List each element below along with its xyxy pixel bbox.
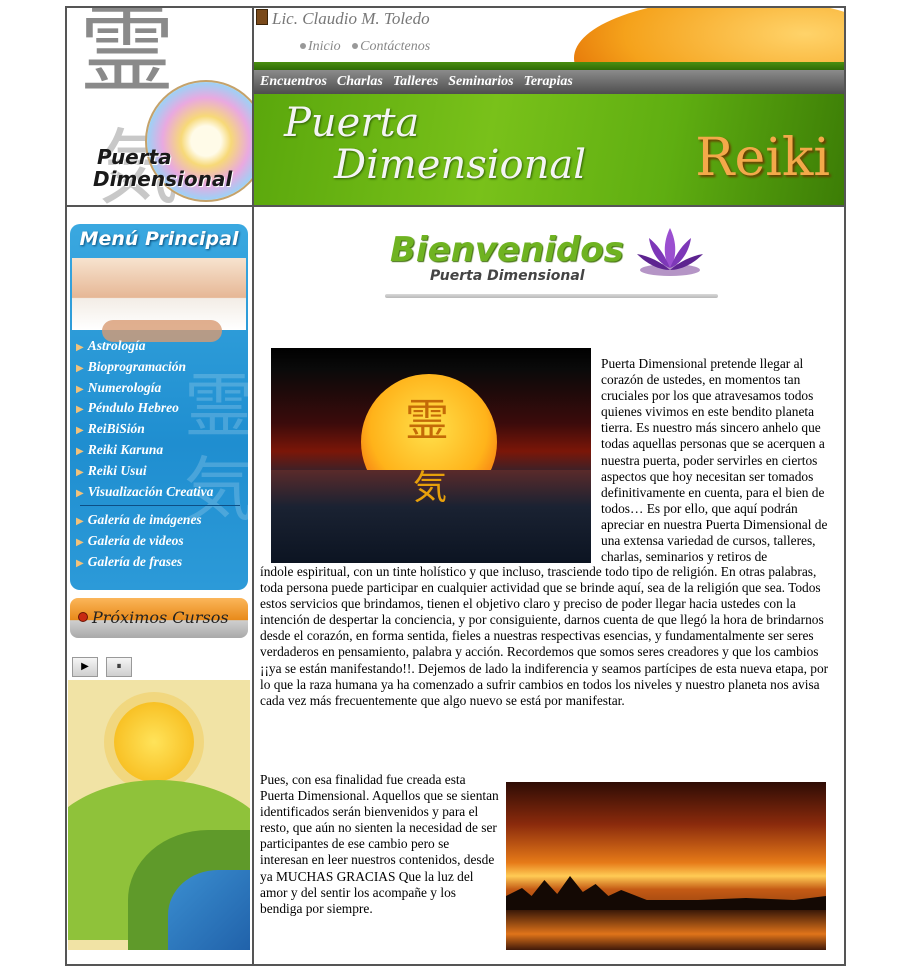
main-nav: Encuentros Charlas Talleres Seminarios T… — [254, 70, 844, 94]
owner-name: Lic. Claudio M. Toledo — [256, 9, 430, 29]
menu-item-reiki-karuna[interactable]: ▶ Reiki Karuna — [76, 440, 244, 461]
menu-item-label: Reiki Usui — [87, 462, 147, 478]
nav-stripe — [254, 62, 844, 70]
image-kanji-ki: 気 — [413, 468, 447, 508]
top-links: Inicio Contáctenos — [300, 39, 438, 55]
proximos-cursos-text: Próximos Cursos — [92, 608, 229, 627]
welcome-title: Bienvenidos — [390, 230, 624, 270]
menu-item-label: Numerología — [87, 379, 162, 395]
nav-charlas[interactable]: Charlas — [337, 74, 383, 89]
nav-seminarios[interactable]: Seminarios — [448, 74, 513, 89]
nav-terapias[interactable]: Terapias — [524, 74, 573, 89]
menu-item-label: Bioprogramación — [87, 358, 186, 374]
menu-item-reibision[interactable]: ▶ ReiBiSión — [76, 419, 244, 440]
owner-name-text: Lic. Claudio M. Toledo — [272, 9, 430, 28]
image-tree-silhouette — [506, 876, 826, 912]
menu-item-label: Astrología — [87, 338, 146, 353]
banner-title-line1: Puerta — [284, 100, 420, 146]
body-paragraph: índole espiritual, con un tinte holístic… — [260, 564, 829, 708]
welcome-divider — [385, 294, 718, 298]
painting-sun — [114, 702, 194, 782]
menu-item-galeria-frases[interactable]: ▶ Galería de frases — [76, 552, 244, 573]
arrow-right-icon: ▶ — [76, 557, 84, 569]
menu-item-reiki-usui[interactable]: ▶ Reiki Usui — [76, 461, 244, 482]
menu-item-numerologia[interactable]: ▶ Numerología — [76, 378, 244, 399]
menu-item-pendulo-hebreo[interactable]: ▶ Péndulo Hebreo — [76, 398, 244, 419]
arrow-right-icon: ▶ — [76, 537, 84, 549]
link-contactenos[interactable]: Contáctenos — [352, 39, 430, 54]
logo-text: Puerta Dimensional — [93, 146, 232, 190]
logo-line2: Dimensional — [93, 167, 233, 191]
banner-reiki: Reiki — [695, 128, 830, 188]
menu-item-label: Péndulo Hebreo — [87, 400, 179, 416]
audio-player: ▶ ⏸ — [72, 656, 140, 677]
image-lake — [506, 910, 826, 950]
arrow-right-icon: ▶ — [76, 487, 84, 499]
menu-item-label: Galería de frases — [87, 553, 183, 569]
menu-item-label: Galería de imágenes — [87, 512, 202, 528]
arrow-right-icon: ▶ — [76, 425, 84, 437]
menu-title: Menú Principal — [79, 228, 239, 250]
site-logo[interactable]: 霊 気 Puerta Dimensional — [67, 8, 252, 205]
hands-image — [72, 258, 246, 342]
arrow-right-icon: ▶ — [76, 342, 84, 353]
link-inicio-label: Inicio — [308, 39, 341, 54]
logo-kanji-rei: 霊 — [79, 8, 175, 106]
banner-title-line2: Dimensional — [334, 142, 587, 188]
bullet-icon — [300, 43, 306, 49]
proximos-cursos-button[interactable]: Próximos Cursos — [70, 598, 248, 638]
menu-item-bioprogramacion[interactable]: ▶ Bioprogramación — [76, 357, 244, 378]
image-kanji-rei: 霊 — [405, 395, 449, 446]
bullet-icon — [78, 612, 88, 622]
menu-divider — [80, 505, 240, 507]
arrow-right-icon: ▶ — [76, 362, 84, 374]
menu-item-label: ReiBiSión — [87, 421, 145, 437]
lotus-icon — [637, 228, 703, 276]
menu-item-galeria-videos[interactable]: ▶ Galería de videos — [76, 531, 244, 552]
play-button[interactable]: ▶ — [72, 657, 98, 677]
arrow-right-icon: ▶ — [76, 383, 84, 395]
header-divider — [65, 205, 846, 207]
bullet-icon — [352, 43, 359, 49]
menu-list: ▶ Astrología ▶ Bioprogramación ▶ Numerologí… — [76, 336, 244, 573]
welcome-header: Bienvenidos Puerta Dimensional — [385, 228, 720, 300]
proximos-cursos-label: Próximos Cursos — [78, 608, 229, 627]
sunrise-decoration — [574, 8, 844, 62]
sunset-kanji-image: 霊 気 — [271, 348, 591, 563]
menu-item-label: Visualización Creativa — [87, 483, 214, 499]
menu-item-galeria-imagenes[interactable]: ▶ Galería de imágenes — [76, 510, 244, 531]
nav-encuentros[interactable]: Encuentros — [260, 74, 327, 89]
header-banner: Puerta Dimensional Reiki — [254, 94, 844, 205]
arrow-right-icon: ▶ — [76, 404, 84, 416]
lake-sunset-image — [506, 782, 826, 950]
arrow-right-icon: ▶ — [76, 466, 84, 478]
pause-button[interactable]: ⏸ — [106, 657, 132, 677]
main-menu: Menú Principal 霊気 ▶ Astrología ▶ Bioprogra… — [70, 224, 248, 590]
intro-paragraph: Puerta Dimensional pretende llegar al co… — [601, 356, 828, 565]
menu-item-astrologia[interactable]: ▶ Astrología — [76, 336, 244, 357]
link-contactenos-label: Contáctenos — [360, 39, 431, 54]
welcome-subtitle: Puerta Dimensional — [430, 268, 585, 284]
menu-item-label: Galería de videos — [87, 533, 184, 549]
menu-item-label: Reiki Karuna — [87, 441, 164, 457]
arrow-right-icon: ▶ — [76, 516, 84, 528]
arrow-right-icon: ▶ — [76, 445, 84, 457]
sun-landscape-painting — [68, 680, 250, 950]
nav-talleres[interactable]: Talleres — [393, 74, 438, 89]
book-icon — [256, 9, 268, 25]
link-inicio[interactable]: Inicio — [300, 39, 341, 54]
logo-line1: Puerta — [97, 145, 172, 169]
header-top: Lic. Claudio M. Toledo Inicio Contácteno… — [254, 8, 844, 62]
closing-paragraph: Pues, con esa finalidad fue creada esta … — [260, 772, 499, 916]
menu-item-visualizacion-creativa[interactable]: ▶ Visualización Creativa — [76, 482, 244, 503]
